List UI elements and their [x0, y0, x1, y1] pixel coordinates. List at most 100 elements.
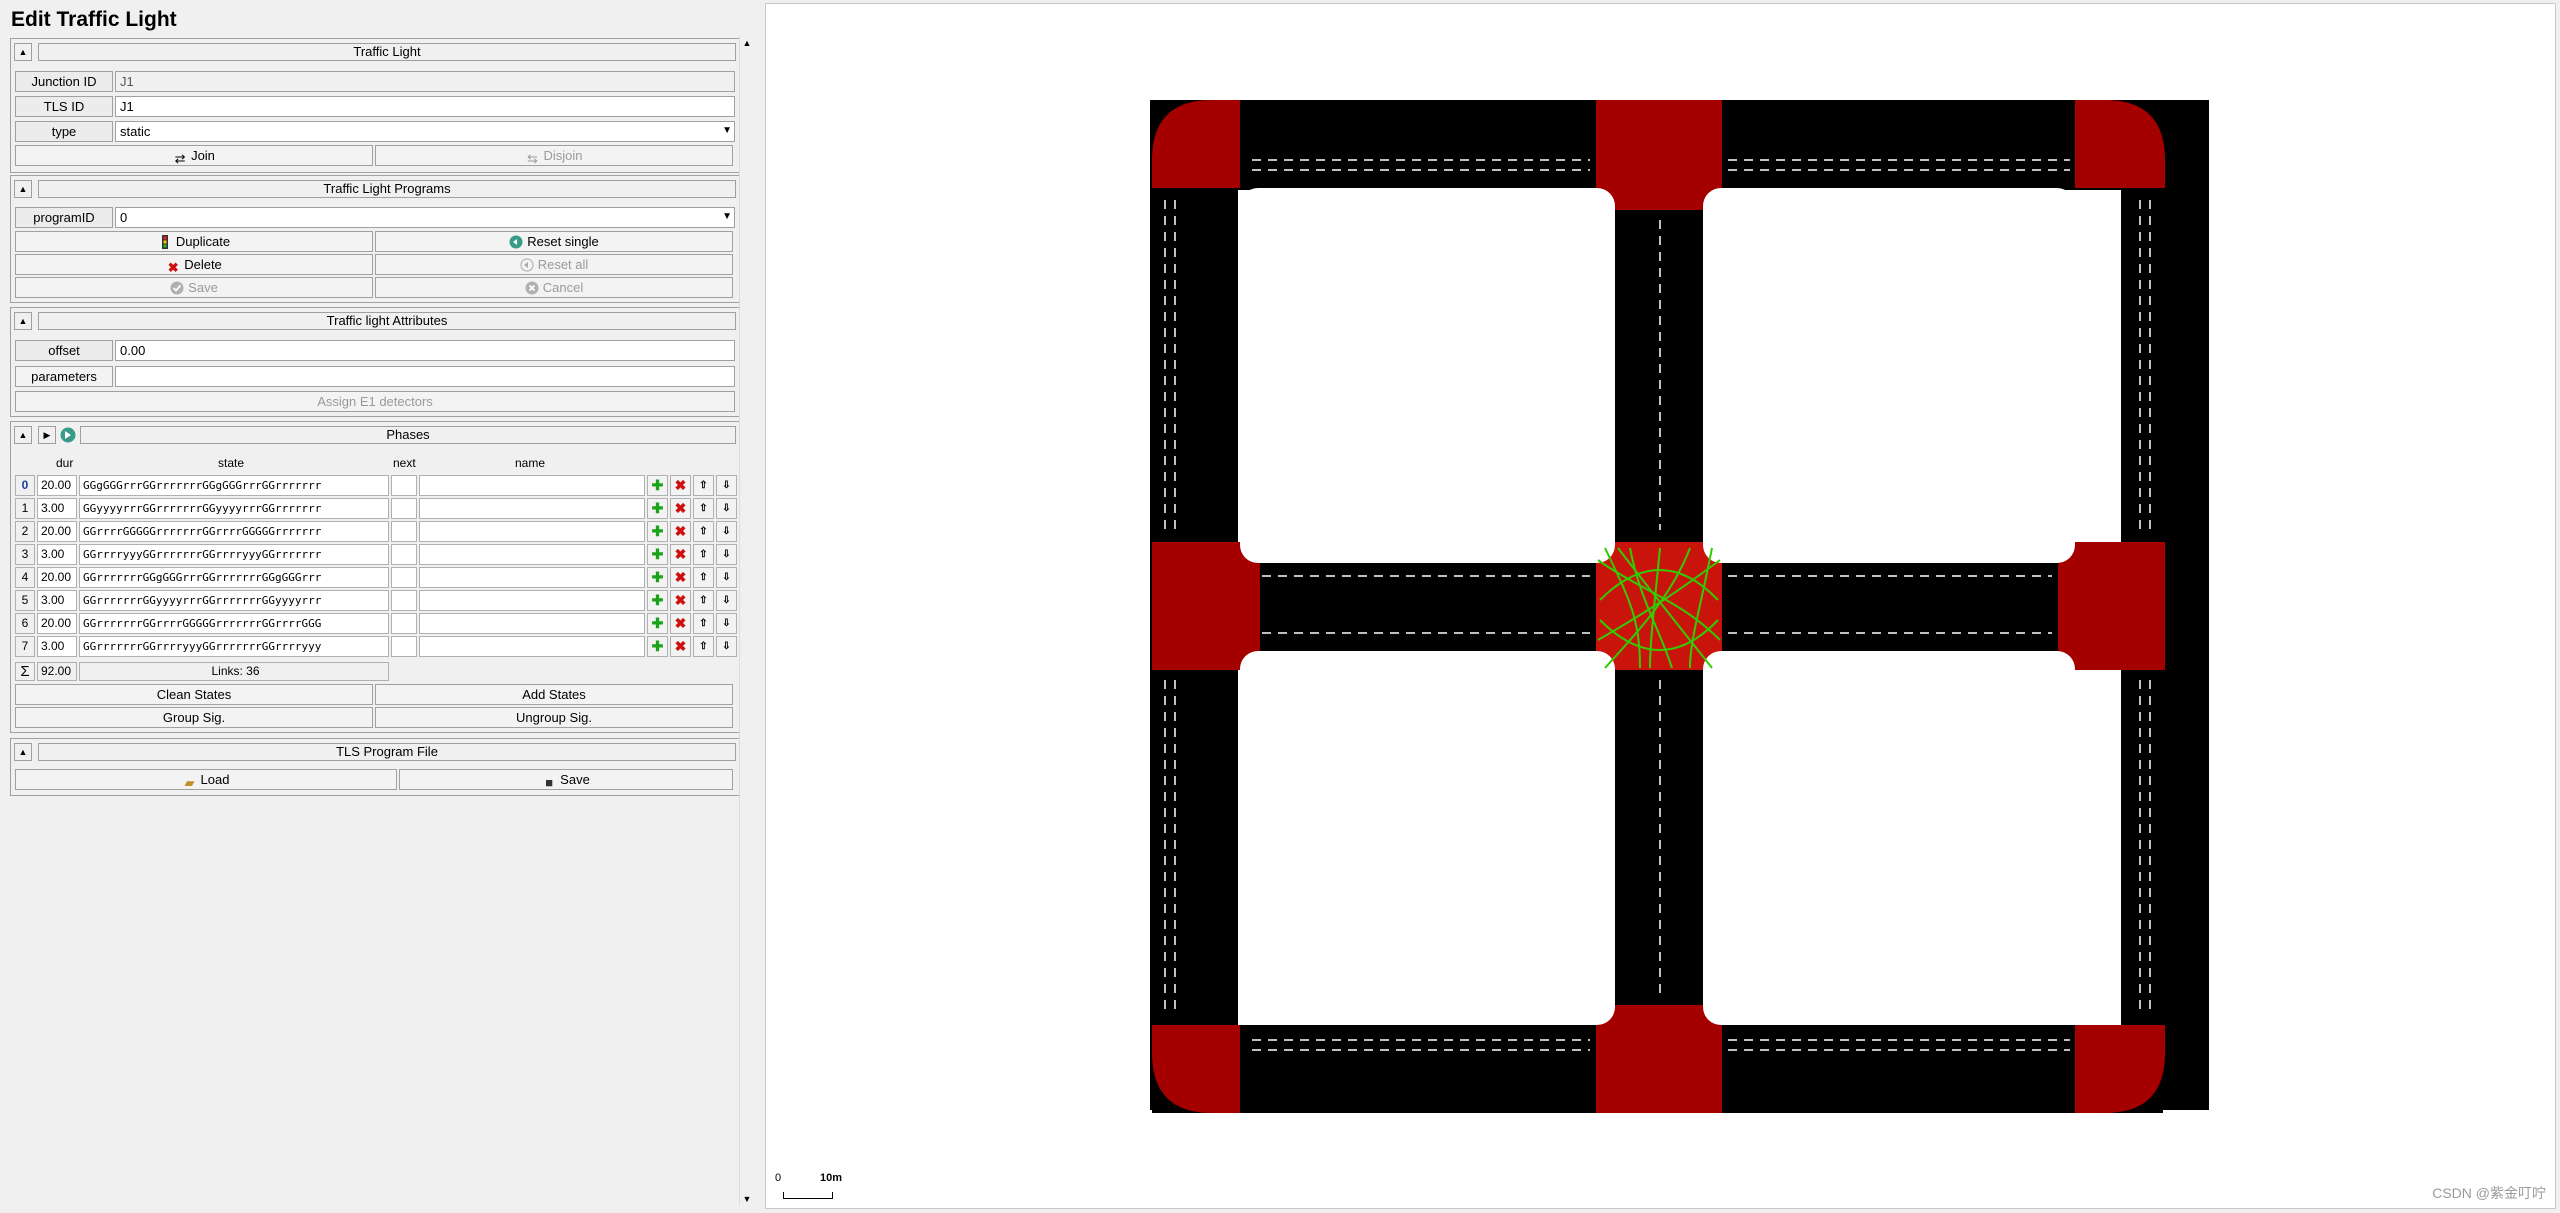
scroll-up-arrow-icon[interactable]: ▲ — [740, 36, 754, 50]
disjoin-button[interactable]: ⇆ Disjoin — [375, 145, 733, 166]
phase-next-field[interactable] — [391, 590, 417, 611]
phase-duration-field[interactable]: 3.00 — [37, 498, 77, 519]
collapse-program-file-button[interactable]: ▲ — [14, 743, 32, 761]
save-file-button[interactable]: ■ Save — [399, 769, 733, 790]
move-up-icon[interactable]: ⇧ — [693, 521, 714, 542]
phase-index[interactable]: 5 — [15, 590, 35, 611]
network-view-canvas[interactable] — [765, 3, 2556, 1209]
move-down-icon[interactable]: ⇩ — [716, 636, 737, 657]
delete-phase-icon[interactable]: ✖ — [670, 544, 691, 565]
phase-state-field[interactable]: GGrrrryyyGGrrrrrrrGGrrrryyyGGrrrrrrr — [79, 544, 389, 565]
phase-name-field[interactable] — [419, 567, 645, 588]
phase-index[interactable]: 4 — [15, 567, 35, 588]
move-up-icon[interactable]: ⇧ — [693, 475, 714, 496]
panel-scrollbar[interactable]: ▲ ▼ — [739, 36, 754, 1206]
duplicate-button[interactable]: Duplicate — [15, 231, 373, 252]
phase-next-field[interactable] — [391, 613, 417, 634]
add-phase-icon[interactable]: ✚ — [647, 498, 668, 519]
phase-duration-field[interactable]: 20.00 — [37, 567, 77, 588]
move-down-icon[interactable]: ⇩ — [716, 544, 737, 565]
assign-e1-detectors-button[interactable]: Assign E1 detectors — [15, 391, 735, 412]
reset-single-button[interactable]: Reset single — [375, 231, 733, 252]
add-phase-icon[interactable]: ✚ — [647, 544, 668, 565]
phase-index[interactable]: 3 — [15, 544, 35, 565]
offset-field[interactable]: 0.00 — [115, 340, 735, 361]
add-phase-icon[interactable]: ✚ — [647, 636, 668, 657]
phase-name-field[interactable] — [419, 636, 645, 657]
expand-phases-button[interactable]: ▶ — [38, 426, 56, 444]
phase-state-field[interactable]: GGrrrrrrrGGgGGGrrrGGrrrrrrrGGgGGGrrr — [79, 567, 389, 588]
phase-duration-field[interactable]: 20.00 — [37, 613, 77, 634]
phase-index[interactable]: 2 — [15, 521, 35, 542]
delete-phase-icon[interactable]: ✖ — [670, 521, 691, 542]
phase-next-field[interactable] — [391, 521, 417, 542]
phase-duration-field[interactable]: 20.00 — [37, 475, 77, 496]
delete-phase-icon[interactable]: ✖ — [670, 636, 691, 657]
phase-duration-field[interactable]: 3.00 — [37, 590, 77, 611]
add-phase-icon[interactable]: ✚ — [647, 521, 668, 542]
phase-name-field[interactable] — [419, 498, 645, 519]
phase-name-field[interactable] — [419, 590, 645, 611]
phase-duration-field[interactable]: 3.00 — [37, 636, 77, 657]
phase-state-field[interactable]: GGgGGGrrrGGrrrrrrrGGgGGGrrrGGrrrrrrr — [79, 475, 389, 496]
delete-button[interactable]: ✖ Delete — [15, 254, 373, 275]
save-program-button[interactable]: Save — [15, 277, 373, 298]
delete-phase-icon[interactable]: ✖ — [670, 590, 691, 611]
reset-all-button[interactable]: Reset all — [375, 254, 733, 275]
load-button[interactable]: ▰ Load — [15, 769, 397, 790]
collapse-phases-button[interactable]: ▲ — [14, 426, 32, 444]
phase-index[interactable]: 6 — [15, 613, 35, 634]
move-up-icon[interactable]: ⇧ — [693, 567, 714, 588]
phase-state-field[interactable]: GGrrrrrrrGGyyyyrrrGGrrrrrrrGGyyyyrrr — [79, 590, 389, 611]
tls-id-field[interactable]: J1 — [115, 96, 735, 117]
clean-states-button[interactable]: Clean States — [15, 684, 373, 705]
move-up-icon[interactable]: ⇧ — [693, 613, 714, 634]
move-down-icon[interactable]: ⇩ — [716, 521, 737, 542]
move-up-icon[interactable]: ⇧ — [693, 636, 714, 657]
delete-phase-icon[interactable]: ✖ — [670, 475, 691, 496]
type-select[interactable]: static ▼ — [115, 121, 735, 142]
phase-duration-field[interactable]: 3.00 — [37, 544, 77, 565]
phase-name-field[interactable] — [419, 475, 645, 496]
phase-next-field[interactable] — [391, 498, 417, 519]
program-id-select[interactable]: 0 ▼ — [115, 207, 735, 228]
phase-duration-field[interactable]: 20.00 — [37, 521, 77, 542]
phase-next-field[interactable] — [391, 636, 417, 657]
phase-next-field[interactable] — [391, 567, 417, 588]
phase-name-field[interactable] — [419, 544, 645, 565]
parameters-field[interactable] — [115, 366, 735, 387]
add-phase-icon[interactable]: ✚ — [647, 567, 668, 588]
phase-state-field[interactable]: GGrrrrrrrGGrrrryyyGGrrrrrrrGGrrrryyy — [79, 636, 389, 657]
move-down-icon[interactable]: ⇩ — [716, 590, 737, 611]
move-up-icon[interactable]: ⇧ — [693, 498, 714, 519]
group-signals-button[interactable]: Group Sig. — [15, 707, 373, 728]
move-up-icon[interactable]: ⇧ — [693, 590, 714, 611]
phase-next-field[interactable] — [391, 475, 417, 496]
parameters-button[interactable]: parameters — [15, 366, 113, 387]
add-phase-icon[interactable]: ✚ — [647, 590, 668, 611]
add-phase-icon[interactable]: ✚ — [647, 613, 668, 634]
delete-phase-icon[interactable]: ✖ — [670, 613, 691, 634]
collapse-attributes-button[interactable]: ▲ — [14, 312, 32, 330]
phase-name-field[interactable] — [419, 613, 645, 634]
add-phase-icon[interactable]: ✚ — [647, 475, 668, 496]
move-up-icon[interactable]: ⇧ — [693, 544, 714, 565]
move-down-icon[interactable]: ⇩ — [716, 567, 737, 588]
delete-phase-icon[interactable]: ✖ — [670, 498, 691, 519]
scroll-down-arrow-icon[interactable]: ▼ — [740, 1192, 754, 1206]
move-down-icon[interactable]: ⇩ — [716, 498, 737, 519]
phase-next-field[interactable] — [391, 544, 417, 565]
phase-state-field[interactable]: GGrrrrGGGGGrrrrrrrGGrrrrGGGGGrrrrrrr — [79, 521, 389, 542]
phase-mode-icon[interactable] — [60, 427, 76, 443]
ungroup-signals-button[interactable]: Ungroup Sig. — [375, 707, 733, 728]
phase-index[interactable]: 1 — [15, 498, 35, 519]
collapse-traffic-light-button[interactable]: ▲ — [14, 43, 32, 61]
phase-index[interactable]: 7 — [15, 636, 35, 657]
add-states-button[interactable]: Add States — [375, 684, 733, 705]
cancel-button[interactable]: Cancel — [375, 277, 733, 298]
phase-name-field[interactable] — [419, 521, 645, 542]
collapse-programs-button[interactable]: ▲ — [14, 180, 32, 198]
move-down-icon[interactable]: ⇩ — [716, 613, 737, 634]
phase-state-field[interactable]: GGyyyyrrrGGrrrrrrrGGyyyyrrrGGrrrrrrr — [79, 498, 389, 519]
phase-index[interactable]: 0 — [15, 475, 35, 496]
